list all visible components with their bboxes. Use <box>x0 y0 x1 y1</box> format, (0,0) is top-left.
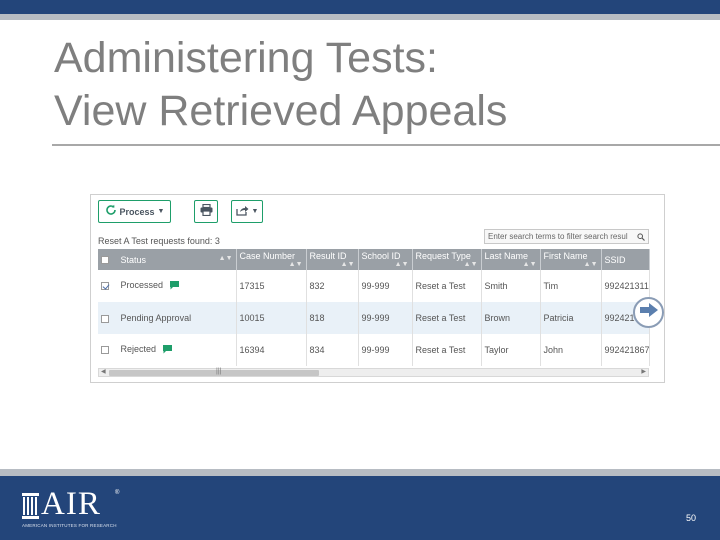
column-label: Last Name <box>484 251 529 261</box>
sort-icon: ▲▼ <box>218 254 233 262</box>
column-header-case-number[interactable]: Case Number ▲▼ <box>236 249 307 270</box>
horizontal-scrollbar[interactable]: ◀ ||| ▶ <box>98 368 649 377</box>
slide-title-line-1: Administering Tests: <box>54 34 438 82</box>
appeals-screenshot: Process ▼ ▼ Reset A Test requests found:… <box>90 194 665 383</box>
column-label: SSID <box>604 254 626 265</box>
column-header-request-type[interactable]: Request Type ▲▼ <box>412 249 482 270</box>
comment-icon[interactable] <box>169 280 180 292</box>
print-button[interactable] <box>194 200 218 223</box>
filter-box <box>484 229 649 244</box>
result-id-cell: 818 <box>306 302 359 334</box>
table-row[interactable]: Processed 17315 832 99-999 Reset a Test … <box>98 270 650 302</box>
refresh-icon <box>105 203 117 221</box>
status-cell: Processed <box>98 270 237 302</box>
school-id-cell: 99-999 <box>358 270 413 302</box>
top-banner-stripe <box>0 14 720 20</box>
first-name-cell: Patricia <box>540 302 602 334</box>
column-header-last-name[interactable]: Last Name ▲▼ <box>481 249 541 270</box>
scroll-left-icon[interactable]: ◀ <box>101 368 106 375</box>
top-banner <box>0 0 720 14</box>
page-number: 50 <box>686 513 697 523</box>
scroll-right-icon[interactable]: ▶ <box>641 368 646 375</box>
column-label: Result ID <box>309 251 347 261</box>
sort-icon: ▲▼ <box>522 261 537 268</box>
request-type-cell: Reset a Test <box>412 302 482 334</box>
column-header-result-id[interactable]: Result ID ▲▼ <box>306 249 359 270</box>
column-label: Case Number <box>239 251 296 261</box>
row-checkbox[interactable] <box>101 282 109 290</box>
title-divider <box>52 144 720 146</box>
air-logo: AIR ® AMERICAN INSTITUTES FOR RESEARCH <box>22 486 132 532</box>
sort-icon: ▲▼ <box>288 261 303 268</box>
logo-text: AIR <box>41 486 101 522</box>
filter-input[interactable] <box>488 230 635 243</box>
scrollbar-thumb[interactable]: ||| <box>109 368 319 376</box>
column-header-first-name[interactable]: First Name ▲▼ <box>540 249 602 270</box>
row-checkbox[interactable] <box>101 314 109 323</box>
sort-icon: ▲▼ <box>583 261 598 268</box>
process-button-label: Process <box>119 206 155 217</box>
ssid-cell: 992421867 <box>601 334 650 366</box>
result-id-cell: 834 <box>306 334 359 366</box>
comment-icon[interactable] <box>162 344 173 356</box>
select-all-checkbox[interactable] <box>101 256 109 265</box>
column-header-ssid[interactable]: SSID <box>601 249 650 270</box>
result-id-cell: 832 <box>306 270 359 302</box>
sort-icon: ▲▼ <box>463 261 478 268</box>
status-cell: Pending Approval <box>98 302 237 334</box>
process-button[interactable]: Process ▼ <box>98 200 171 223</box>
case-number-cell: 17315 <box>236 270 307 302</box>
last-name-cell: Smith <box>481 270 541 302</box>
request-type-cell: Reset a Test <box>412 334 482 366</box>
footer-stripe <box>0 469 720 476</box>
last-name-cell: Taylor <box>481 334 541 366</box>
status-text: Pending Approval <box>120 313 192 323</box>
print-icon <box>200 203 213 221</box>
status-cell: Rejected <box>98 334 237 366</box>
export-button[interactable]: ▼ <box>231 200 263 223</box>
scroll-right-callout <box>633 297 664 328</box>
registered-mark: ® <box>115 490 120 496</box>
slide-title-line-2: View Retrieved Appeals <box>54 87 508 135</box>
results-count: Reset A Test requests found: 3 <box>98 236 220 246</box>
request-type-cell: Reset a Test <box>412 270 482 302</box>
column-label: First Name <box>543 251 588 261</box>
chevron-down-icon: ▼ <box>251 208 259 215</box>
sort-icon: ▲▼ <box>394 261 409 268</box>
status-text: Processed <box>120 280 164 291</box>
column-header-school-id[interactable]: School ID ▲▼ <box>358 249 413 270</box>
status-text: Rejected <box>120 344 157 355</box>
column-header-status[interactable]: Status ▲▼ <box>98 249 237 270</box>
column-label: Status <box>120 254 147 265</box>
table-row[interactable]: Pending Approval 10015 818 99-999 Reset … <box>98 302 650 334</box>
grip-icon: ||| <box>216 368 222 375</box>
school-id-cell: 99-999 <box>358 334 413 366</box>
first-name-cell: John <box>540 334 602 366</box>
row-checkbox[interactable] <box>101 346 109 354</box>
first-name-cell: Tim <box>540 270 602 302</box>
slide-title: Administering Tests: View Retrieved Appe… <box>54 32 694 138</box>
arrow-right-icon <box>639 302 659 323</box>
sort-icon: ▲▼ <box>340 261 355 268</box>
case-number-cell: 10015 <box>236 302 307 334</box>
case-number-cell: 16394 <box>236 334 307 366</box>
appeals-table: Status ▲▼ Case Number ▲▼ Result ID ▲▼ Scho… <box>98 249 650 366</box>
chevron-down-icon: ▼ <box>157 208 165 215</box>
last-name-cell: Brown <box>481 302 541 334</box>
building-icon <box>22 493 39 519</box>
column-label: School ID <box>361 251 401 261</box>
column-label: Request Type <box>415 251 471 261</box>
table-header-row: Status ▲▼ Case Number ▲▼ Result ID ▲▼ Scho… <box>98 249 650 270</box>
search-icon[interactable] <box>637 228 645 246</box>
export-icon <box>235 203 249 221</box>
logo-subtitle: AMERICAN INSTITUTES FOR RESEARCH <box>22 523 117 528</box>
school-id-cell: 99-999 <box>358 302 413 334</box>
table-row[interactable]: Rejected 16394 834 99-999 Reset a Test T… <box>98 334 650 366</box>
